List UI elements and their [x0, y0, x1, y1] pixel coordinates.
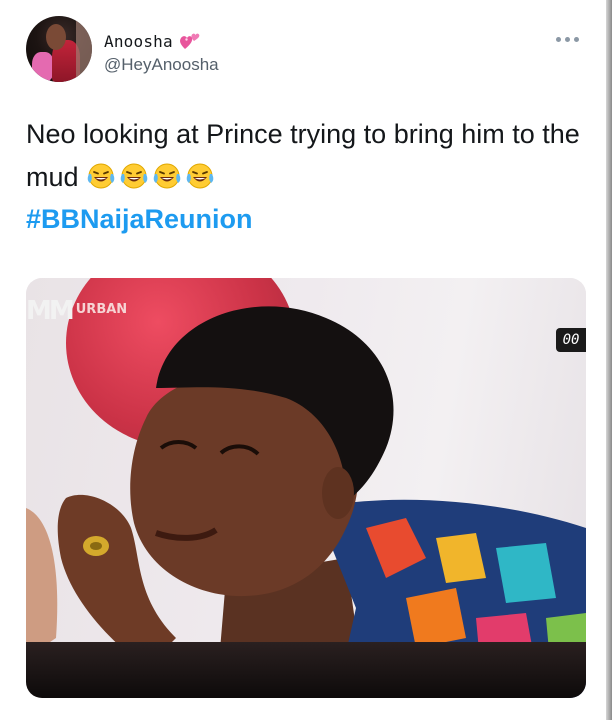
laughing-tears-icon [186, 163, 214, 189]
author-name-row[interactable]: Anoosha [104, 31, 201, 51]
laughing-tears-icon [120, 163, 148, 189]
tweet-text: Neo looking at Prince trying to bring hi… [26, 113, 586, 199]
timer-badge: 00 [556, 328, 586, 352]
avatar[interactable] [26, 16, 92, 82]
channel-logo-mark: M [26, 296, 52, 326]
emoji-row [86, 162, 218, 192]
laughing-tears-icon [153, 163, 181, 189]
display-name[interactable]: Anoosha [104, 32, 173, 51]
channel-logo: MM URBAN [26, 296, 128, 326]
laughing-tears-icon [87, 163, 115, 189]
tweet-media[interactable]: MM URBAN 00 [26, 278, 586, 698]
handle[interactable]: @HeyAnoosha [104, 55, 219, 75]
channel-logo-label: URBAN [75, 302, 128, 317]
more-icon[interactable] [556, 34, 584, 44]
two-hearts-icon [179, 31, 201, 51]
hashtag-link[interactable]: #BBNaijaReunion [26, 204, 253, 235]
tweet[interactable]: Anoosha @HeyAnoosha Neo looking at Princ… [0, 0, 606, 720]
